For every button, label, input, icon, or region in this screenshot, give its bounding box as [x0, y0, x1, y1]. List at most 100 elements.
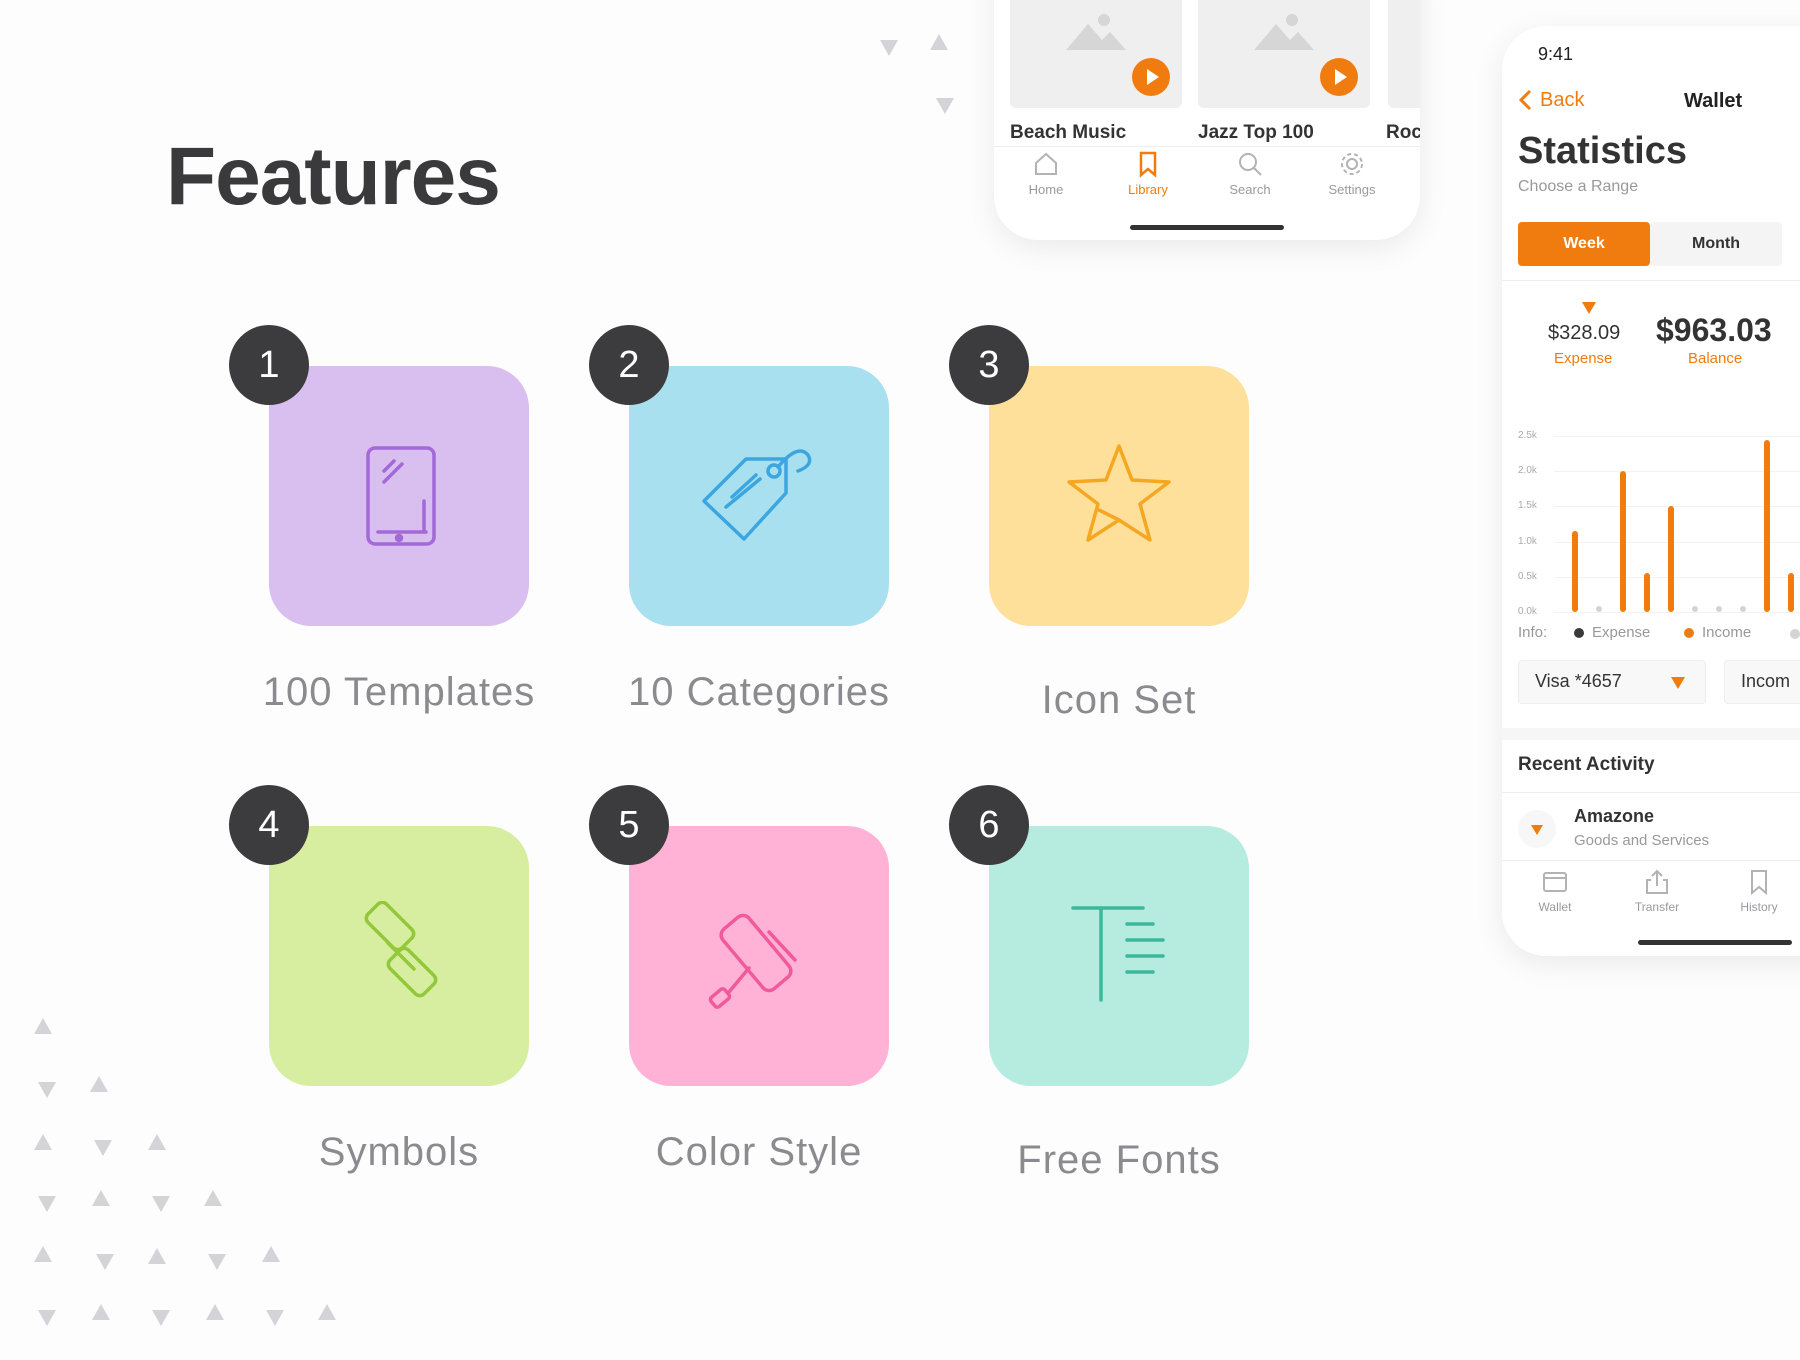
expense-marker-icon	[1518, 810, 1556, 848]
feature-card-free-fonts[interactable]	[989, 826, 1249, 1086]
legend-dot-extra	[1790, 629, 1800, 639]
home-icon	[1035, 152, 1057, 175]
feature-label: 10 Categories	[627, 670, 891, 714]
range-subheading: Choose a Range	[1518, 178, 1639, 195]
chart-bar	[1740, 606, 1746, 612]
statistics-heading: Statistics	[1518, 130, 1687, 172]
gear-icon	[1341, 153, 1363, 175]
y-tick-label: 1.0k	[1518, 535, 1537, 547]
y-tick-label: 0.0k	[1518, 606, 1537, 617]
legend-expense: Expense	[1574, 624, 1650, 641]
feature-card-color-style[interactable]	[629, 826, 889, 1086]
page-title: Features	[166, 131, 501, 222]
paint-roller-icon	[708, 913, 797, 1009]
feature-label: Free Fonts	[1017, 1138, 1221, 1182]
music-app-preview: Beach Music Jazz Top 100 Roc Home Librar…	[994, 0, 1420, 240]
chevron-left-icon	[1518, 89, 1532, 111]
tab-home[interactable]: Home	[996, 150, 1096, 197]
chart-bar	[1620, 471, 1626, 612]
album-thumbnail[interactable]	[1010, 0, 1182, 108]
tab-label: Search	[1229, 182, 1271, 197]
chart-bar	[1692, 606, 1698, 612]
expense-marker-icon	[1582, 302, 1596, 314]
tab-library[interactable]: Library	[1098, 150, 1198, 197]
tab-label: Library	[1128, 182, 1168, 197]
expense-value: $328.09	[1548, 322, 1621, 344]
chart-bar	[1596, 606, 1602, 612]
feature-card-icon-set[interactable]	[989, 366, 1249, 626]
album-thumbnail[interactable]	[1198, 0, 1370, 108]
legend-dot	[1684, 627, 1694, 638]
balance-value: $963.03	[1656, 312, 1772, 348]
expense-label: Expense	[1554, 350, 1613, 367]
legend-dot	[1574, 627, 1584, 638]
album-title[interactable]: Beach Music	[1010, 122, 1126, 144]
tab-wallet[interactable]: Wallet	[1510, 868, 1600, 914]
wallet-app-preview: 9:41 Back Wallet Statistics Choose a Ran…	[1502, 26, 1800, 956]
tab-label: Transfer	[1634, 900, 1680, 914]
tag-icon	[702, 449, 812, 541]
tab-settings[interactable]: Settings	[1302, 150, 1402, 197]
feature-label: Color Style	[655, 1130, 863, 1174]
text-icon	[1071, 906, 1165, 1002]
tab-transfer[interactable]: Transfer	[1612, 868, 1702, 914]
search-icon	[1239, 153, 1262, 176]
feature-card-categories[interactable]	[629, 366, 889, 626]
chart-bar	[1788, 573, 1794, 612]
share-icon	[1646, 869, 1668, 894]
range-tab-week[interactable]: Week	[1518, 222, 1650, 266]
tab-label: Wallet	[1538, 900, 1572, 914]
chevron-down-icon	[1671, 677, 1685, 689]
tab-label: Home	[1028, 182, 1064, 197]
tab-label: Settings	[1328, 182, 1376, 197]
home-indicator	[1130, 225, 1284, 230]
chart-bar	[1716, 606, 1722, 612]
tab-search[interactable]: Search	[1200, 150, 1300, 197]
chart-bar	[1572, 531, 1578, 612]
link-icon	[364, 901, 438, 998]
play-button[interactable]	[1132, 58, 1170, 96]
album-thumbnail[interactable]	[1388, 0, 1420, 108]
legend-label: Income	[1702, 624, 1752, 641]
status-time: 9:41	[1538, 44, 1574, 64]
card-select-value: Visa *4657	[1535, 671, 1622, 691]
y-tick-label: 0.5k	[1518, 570, 1537, 582]
feature-number-badge: 6	[949, 785, 1029, 865]
image-placeholder-icon	[1066, 14, 1126, 50]
chart-bar	[1644, 573, 1650, 612]
chart-bar	[1764, 439, 1770, 612]
tab-label: History	[1740, 900, 1778, 914]
screen-title: Wallet	[1684, 90, 1743, 112]
legend-label: Expense	[1592, 624, 1651, 641]
card-select[interactable]: Visa *4657	[1518, 660, 1706, 704]
feature-number-badge: 3	[949, 325, 1029, 405]
chart-bar	[1668, 506, 1674, 612]
feature-card-symbols[interactable]	[269, 826, 529, 1086]
y-tick-label: 2.5k	[1518, 430, 1537, 441]
activity-subtitle: Goods and Services	[1574, 832, 1710, 849]
feature-number-badge: 2	[589, 325, 669, 405]
feature-label: Icon Set	[1041, 678, 1197, 722]
range-tab-month[interactable]: Month	[1650, 222, 1782, 266]
home-indicator	[1638, 940, 1792, 945]
album-title[interactable]: Jazz Top 100	[1198, 122, 1314, 144]
back-label: Back	[1540, 88, 1585, 111]
album-title[interactable]: Roc	[1386, 122, 1420, 144]
bookmark-icon	[1139, 151, 1157, 178]
image-placeholder-icon	[1254, 14, 1314, 50]
feature-label: Symbols	[318, 1130, 480, 1174]
feature-number-badge: 5	[589, 785, 669, 865]
feature-number-badge: 1	[229, 325, 309, 405]
tab-history[interactable]: History	[1714, 868, 1800, 914]
smartphone-icon	[366, 446, 436, 546]
activity-item[interactable]: Amazone Goods and Services	[1518, 806, 1800, 854]
feature-label: 100 Templates	[262, 670, 536, 714]
feature-card-templates[interactable]	[269, 366, 529, 626]
back-button[interactable]: Back	[1518, 88, 1584, 112]
income-select[interactable]: Incom	[1724, 660, 1800, 704]
star-icon	[1067, 444, 1171, 542]
play-button[interactable]	[1320, 58, 1358, 96]
balance-label: Balance	[1688, 350, 1743, 367]
legend-income: Income	[1684, 624, 1751, 641]
feature-number-badge: 4	[229, 785, 309, 865]
